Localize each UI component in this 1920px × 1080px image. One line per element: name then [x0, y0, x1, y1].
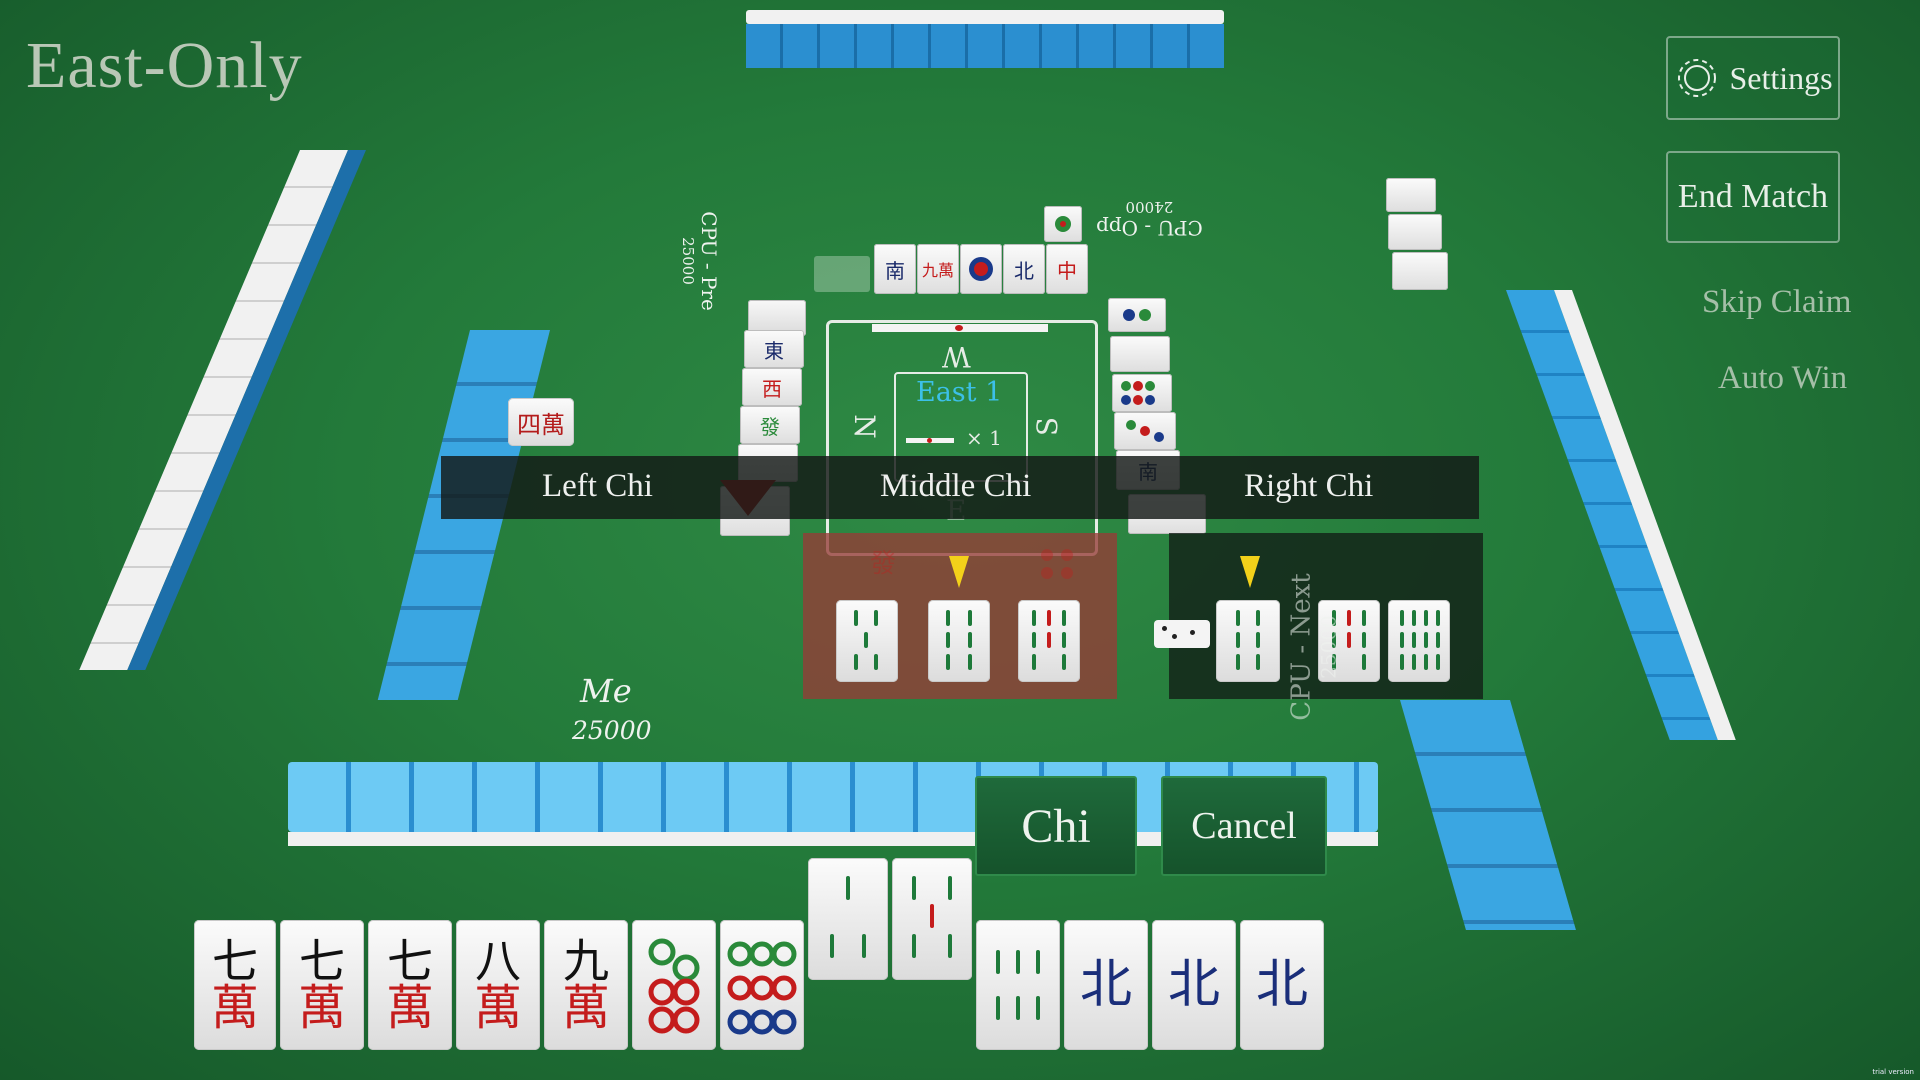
- hand-tile[interactable]: 七 萬: [368, 920, 452, 1050]
- wind-west-label: W: [942, 340, 971, 373]
- tile-number: 九: [563, 934, 609, 988]
- pin-tile-face-icon: [648, 938, 700, 1034]
- top-discard-tile: [1044, 206, 1082, 242]
- top-right-meld-tile: [1392, 252, 1448, 290]
- chi-option-tile: [928, 600, 990, 682]
- chi-option-tile: [836, 600, 898, 682]
- right-wall: [1506, 290, 1736, 740]
- left-player-label: CPU - Pre 25000: [679, 211, 721, 311]
- tile-wind: 北: [1079, 955, 1132, 1015]
- honba-stick: [906, 438, 954, 443]
- top-discard-tile: 中: [1046, 244, 1088, 294]
- dice-icon: [1154, 620, 1210, 648]
- right-discard-tile: [1110, 336, 1170, 372]
- top-discard-tile: 南: [874, 244, 916, 294]
- left-discard-tile: 發: [740, 406, 800, 444]
- hand-tile[interactable]: 九 萬: [544, 920, 628, 1050]
- riichi-stick: [872, 324, 1048, 332]
- chi-option-tile: [1216, 600, 1280, 682]
- tile-number: 七: [299, 934, 345, 988]
- my-player-name: Me: [580, 672, 632, 710]
- my-player-score: 25000: [572, 716, 652, 745]
- tile-suit: 萬: [210, 980, 259, 1036]
- settings-label: Settings: [1729, 59, 1833, 96]
- game-mode-label: East-Only: [26, 29, 303, 102]
- right-player-hand: [1400, 700, 1576, 930]
- wind-south-label: S: [1031, 416, 1065, 437]
- chi-option-tile: [1388, 600, 1450, 682]
- right-player-name: CPU - Next: [1286, 573, 1317, 721]
- hand-tile-bamboo-raised[interactable]: [892, 858, 972, 980]
- tile-wind: 北: [1255, 955, 1308, 1015]
- left-discard-tile: 東: [744, 330, 804, 368]
- middle-chi-indicator-arrow: [949, 556, 969, 588]
- top-wall: [746, 10, 1224, 68]
- right-discard-tile: [1114, 412, 1176, 450]
- hand-tile-pin[interactable]: [632, 920, 716, 1050]
- tile-suit: 萬: [561, 980, 610, 1036]
- right-player-score: 25000: [1316, 615, 1341, 679]
- top-right-meld-tile: [1386, 178, 1436, 212]
- left-meld-tile: 四萬: [508, 398, 574, 446]
- cancel-button[interactable]: Cancel: [1161, 776, 1327, 876]
- hand-tile[interactable]: 七 萬: [194, 920, 276, 1050]
- right-chi-label[interactable]: Right Chi: [1244, 468, 1373, 505]
- left-player-score: 25000: [678, 237, 697, 285]
- gear-icon: [1678, 59, 1717, 97]
- option-bg-tile: [1033, 543, 1093, 587]
- left-chi-label[interactable]: Left Chi: [542, 468, 653, 505]
- middle-chi-label[interactable]: Middle Chi: [880, 468, 1031, 505]
- left-meld-tile-char: 四萬: [517, 410, 565, 439]
- tile-number: 七: [212, 934, 258, 988]
- top-discard-ghost: [814, 256, 870, 292]
- hand-tile-bamboo[interactable]: [976, 920, 1060, 1050]
- top-discard-tile: 北: [1003, 244, 1045, 294]
- top-discard-tile: 九萬: [917, 244, 959, 294]
- pin-group-icon: [1126, 420, 1164, 442]
- tile-suit: 萬: [297, 980, 346, 1036]
- pin-circle-icon: [969, 257, 993, 281]
- chi-option-tile: [1018, 600, 1080, 682]
- top-right-meld-tile: [1388, 214, 1442, 250]
- hand-tile-pin[interactable]: [720, 920, 804, 1050]
- trial-version-label: trial version: [1872, 1068, 1914, 1076]
- tile-number: 七: [387, 934, 433, 988]
- tile-wind: 北: [1167, 955, 1220, 1015]
- option-bg-tile: 發: [869, 549, 896, 579]
- bird-icon: [1055, 216, 1071, 232]
- two-pin-icon: [1123, 309, 1151, 321]
- hand-tile-bamboo-raised[interactable]: [808, 858, 888, 980]
- wind-north-label: N: [847, 414, 881, 439]
- tile-number: 八: [475, 934, 521, 988]
- right-discard-tile: [1112, 374, 1172, 412]
- hand-tile[interactable]: 北: [1240, 920, 1324, 1050]
- chi-button[interactable]: Chi: [975, 776, 1137, 876]
- right-chi-indicator-arrow: [1240, 556, 1260, 588]
- hand-tile[interactable]: 北: [1064, 920, 1148, 1050]
- top-player-label: CPU - Opp 24000: [1096, 198, 1203, 240]
- hand-tile[interactable]: 七 萬: [280, 920, 364, 1050]
- pin-tile-face-icon: [727, 941, 797, 1035]
- right-player-label: CPU - Next 25000: [1287, 573, 1341, 720]
- hand-tile[interactable]: 八 萬: [456, 920, 540, 1050]
- auto-win-option[interactable]: Auto Win: [1718, 360, 1847, 397]
- left-discard-tile: 西: [742, 368, 802, 406]
- tile-suit: 萬: [385, 980, 434, 1036]
- hand-tile[interactable]: 北: [1152, 920, 1236, 1050]
- top-discard-tile: [960, 244, 1002, 294]
- right-discard-tile: [1108, 298, 1166, 332]
- skip-claim-option[interactable]: Skip Claim: [1702, 284, 1851, 321]
- end-match-label: End Match: [1677, 178, 1829, 215]
- left-wall: [79, 150, 366, 670]
- left-player-name: CPU - Pre: [696, 211, 721, 311]
- tile-suit: 萬: [473, 980, 522, 1036]
- pin-group-icon: [1121, 381, 1155, 405]
- top-player-score: 24000: [1125, 198, 1174, 216]
- honba-count: × 1: [966, 426, 1002, 450]
- settings-button[interactable]: Settings: [1666, 36, 1840, 120]
- top-player-name: CPU - Opp: [1096, 216, 1203, 240]
- round-label: East 1: [916, 377, 1003, 408]
- end-match-button[interactable]: End Match: [1666, 151, 1840, 243]
